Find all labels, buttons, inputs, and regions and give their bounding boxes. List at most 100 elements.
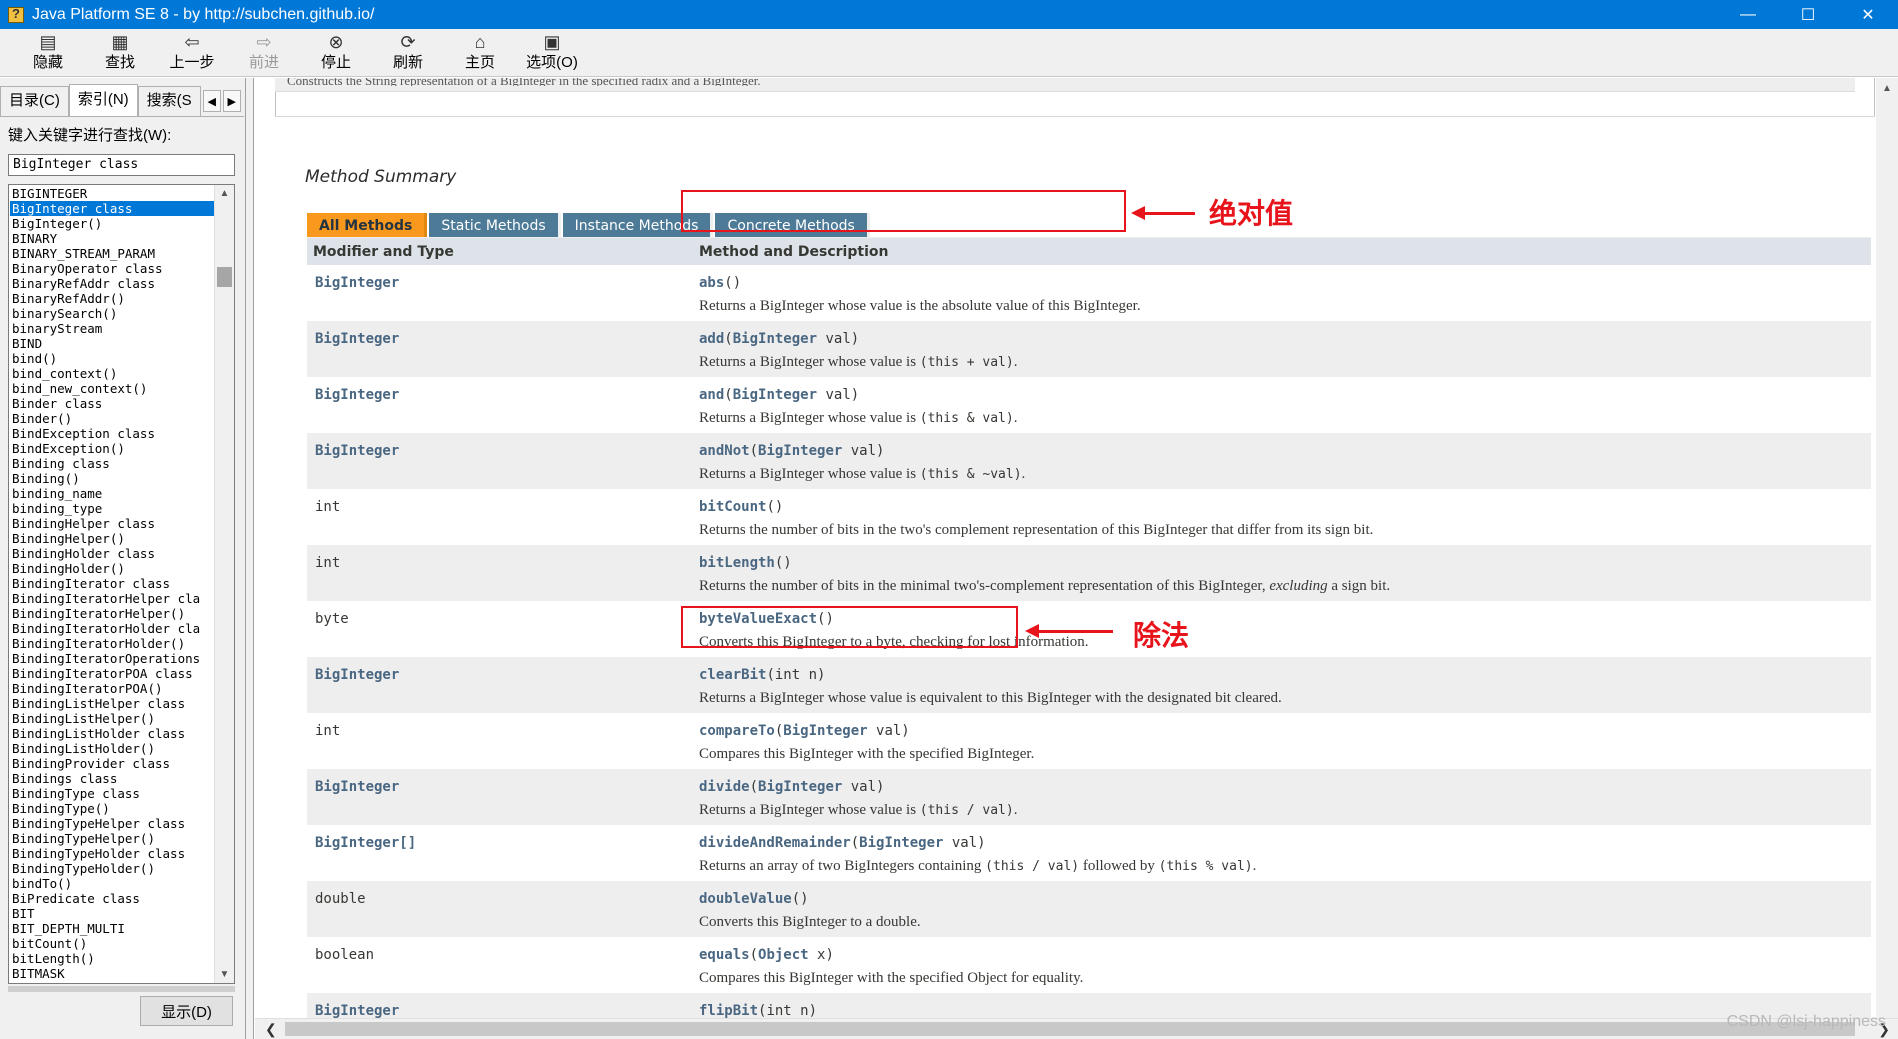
- method-name-link[interactable]: equals: [699, 947, 750, 963]
- close-button[interactable]: ✕: [1838, 0, 1898, 29]
- toolbar-button[interactable]: ▦ 查找: [84, 29, 156, 75]
- method-name-link[interactable]: divide: [699, 779, 750, 795]
- tab-index[interactable]: 索引(N): [68, 84, 138, 116]
- toolbar-button[interactable]: ⊗ 停止: [300, 29, 372, 75]
- index-list-item[interactable]: BindingListHelper(): [10, 711, 214, 726]
- param-type-link[interactable]: BigInteger: [758, 779, 842, 795]
- return-type[interactable]: BigInteger: [307, 657, 699, 713]
- scroll-up-icon[interactable]: ▲: [215, 185, 234, 202]
- index-list-item[interactable]: BIT: [10, 906, 214, 921]
- scroll-thumb[interactable]: [217, 267, 232, 287]
- param-type-link[interactable]: BigInteger: [758, 443, 842, 459]
- index-list-item[interactable]: bitLength(): [10, 951, 214, 966]
- index-horizontal-scrollbar[interactable]: [8, 986, 235, 992]
- content-scroll-left-icon[interactable]: ❮: [265, 1021, 277, 1038]
- index-list-item[interactable]: Binding(): [10, 471, 214, 486]
- show-button[interactable]: 显示(D): [140, 996, 233, 1026]
- index-list-item[interactable]: Bindings class: [10, 771, 214, 786]
- pane-splitter[interactable]: [246, 78, 254, 1039]
- index-list-item[interactable]: BindingHolder(): [10, 561, 214, 576]
- index-list-item[interactable]: binaryStream: [10, 321, 214, 336]
- index-list-item[interactable]: BindingHelper class: [10, 516, 214, 531]
- index-list-item[interactable]: BindingTypeHolder(): [10, 861, 214, 876]
- param-type-link[interactable]: BigInteger: [733, 387, 817, 403]
- index-list-item[interactable]: binarySearch(): [10, 306, 214, 321]
- index-list-item[interactable]: BindingProvider class: [10, 756, 214, 771]
- index-list-item[interactable]: BindingIteratorHolder(): [10, 636, 214, 651]
- index-list-item[interactable]: BIGINTEGER: [10, 186, 214, 201]
- index-list-item[interactable]: BindingIterator class: [10, 576, 214, 591]
- index-list-item[interactable]: Binder class: [10, 396, 214, 411]
- index-list-item[interactable]: bindTo(): [10, 876, 214, 891]
- scroll-down-icon[interactable]: ▼: [215, 966, 234, 983]
- index-list-item[interactable]: Binder(): [10, 411, 214, 426]
- index-list-item[interactable]: bind_new_context(): [10, 381, 214, 396]
- method-name-link[interactable]: and: [699, 387, 724, 403]
- keyword-input[interactable]: BigInteger class: [8, 154, 235, 176]
- index-list-item[interactable]: BindingTypeHelper(): [10, 831, 214, 846]
- method-filter-tab[interactable]: All Methods: [307, 213, 428, 237]
- return-type[interactable]: BigInteger[]: [307, 825, 699, 881]
- index-list-item[interactable]: BindingHelper(): [10, 531, 214, 546]
- index-list-item[interactable]: BITMASK: [10, 966, 214, 981]
- index-list-item[interactable]: binding_name: [10, 486, 214, 501]
- tab-contents[interactable]: 目录(C): [0, 86, 69, 116]
- index-list-item[interactable]: BindingHolder class: [10, 546, 214, 561]
- return-type[interactable]: BigInteger: [307, 769, 699, 825]
- index-list[interactable]: BIGINTEGER BigInteger class BigInteger() BI…: [8, 184, 235, 984]
- index-list-item[interactable]: BindException class: [10, 426, 214, 441]
- method-name-link[interactable]: clearBit: [699, 667, 766, 683]
- toolbar-button[interactable]: ⇦ 上一步: [156, 29, 228, 75]
- index-list-item[interactable]: BindingType(): [10, 801, 214, 816]
- method-name-link[interactable]: compareTo: [699, 723, 775, 739]
- content-scroll-up-icon[interactable]: ▲: [1876, 78, 1898, 98]
- index-list-item[interactable]: BindingType class: [10, 786, 214, 801]
- index-list-item[interactable]: BINARY: [10, 231, 214, 246]
- toolbar-button[interactable]: ⇨ 前进: [228, 29, 300, 75]
- index-list-item[interactable]: BindException(): [10, 441, 214, 456]
- return-type[interactable]: BigInteger: [307, 321, 699, 377]
- index-list-item[interactable]: bitCount(): [10, 936, 214, 951]
- index-list-item[interactable]: bind_context(): [10, 366, 214, 381]
- index-list-item[interactable]: bind(): [10, 351, 214, 366]
- content-horizontal-scrollbar[interactable]: ❮ ❯: [255, 1018, 1898, 1039]
- index-list-item[interactable]: BIT_DEPTH_MULTI: [10, 921, 214, 936]
- index-list-item[interactable]: Binding class: [10, 456, 214, 471]
- index-list-item[interactable]: BIND: [10, 336, 214, 351]
- index-list-item[interactable]: BindingListHolder(): [10, 741, 214, 756]
- param-type-link[interactable]: BigInteger: [859, 835, 943, 851]
- tab-scroll-right-icon[interactable]: ▶: [222, 90, 241, 112]
- index-list-item[interactable]: BindingIteratorOperations: [10, 651, 214, 666]
- index-list-item[interactable]: BindingListHelper class: [10, 696, 214, 711]
- method-name-link[interactable]: bitLength: [699, 555, 775, 571]
- index-list-item[interactable]: BinaryOperator class: [10, 261, 214, 276]
- index-list-item[interactable]: BigInteger(): [10, 216, 214, 231]
- index-list-item[interactable]: BindingTypeHolder class: [10, 846, 214, 861]
- method-filter-tab[interactable]: Static Methods: [429, 213, 561, 237]
- index-list-item[interactable]: BinaryRefAddr(): [10, 291, 214, 306]
- toolbar-button[interactable]: ⟳ 刷新: [372, 29, 444, 75]
- index-list-item[interactable]: BindingIteratorPOA class: [10, 666, 214, 681]
- minimize-button[interactable]: —: [1718, 0, 1778, 29]
- index-list-item[interactable]: BindingIteratorHelper cla: [10, 591, 214, 606]
- content-hscroll-thumb[interactable]: [285, 1022, 1855, 1036]
- return-type[interactable]: BigInteger: [307, 377, 699, 433]
- return-type[interactable]: BigInteger: [307, 265, 699, 321]
- index-list-item[interactable]: BigInteger class: [10, 201, 214, 216]
- toolbar-button[interactable]: ▤ 隐藏: [12, 29, 84, 75]
- param-type-link[interactable]: BigInteger: [733, 331, 817, 347]
- toolbar-button[interactable]: ⌂ 主页: [444, 29, 516, 75]
- method-name-link[interactable]: abs: [699, 275, 724, 291]
- index-list-item[interactable]: BindingIteratorHolder cla: [10, 621, 214, 636]
- index-list-item[interactable]: BindingListHolder class: [10, 726, 214, 741]
- tab-search[interactable]: 搜索(S: [137, 86, 201, 116]
- method-name-link[interactable]: divideAndRemainder: [699, 835, 851, 851]
- content-vertical-scrollbar[interactable]: ▲: [1876, 78, 1898, 1018]
- index-list-item[interactable]: binding_type: [10, 501, 214, 516]
- method-name-link[interactable]: bitCount: [699, 499, 766, 515]
- index-list-item[interactable]: BindingIteratorHelper(): [10, 606, 214, 621]
- method-name-link[interactable]: andNot: [699, 443, 750, 459]
- index-list-item[interactable]: BindingIteratorPOA(): [10, 681, 214, 696]
- index-list-item[interactable]: BinaryRefAddr class: [10, 276, 214, 291]
- maximize-button[interactable]: ☐: [1778, 0, 1838, 29]
